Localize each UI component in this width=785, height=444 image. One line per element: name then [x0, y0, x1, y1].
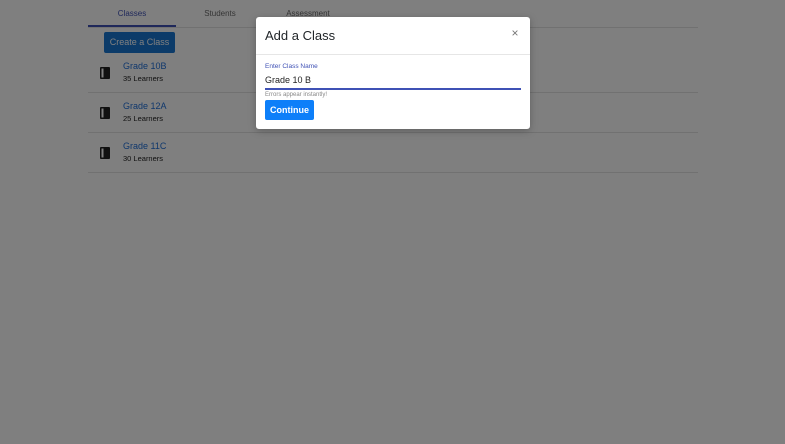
add-class-dialog: Add a Class × Enter Class Name Errors ap… — [256, 17, 530, 129]
continue-button[interactable]: Continue — [265, 100, 314, 120]
class-name-input[interactable] — [265, 72, 521, 90]
close-icon[interactable]: × — [509, 26, 521, 40]
dialog-title: Add a Class — [265, 28, 336, 43]
helper-text: Errors appear instantly! — [265, 92, 328, 98]
class-name-label: Enter Class Name — [265, 63, 318, 70]
dialog-header: Add a Class × — [256, 17, 530, 55]
